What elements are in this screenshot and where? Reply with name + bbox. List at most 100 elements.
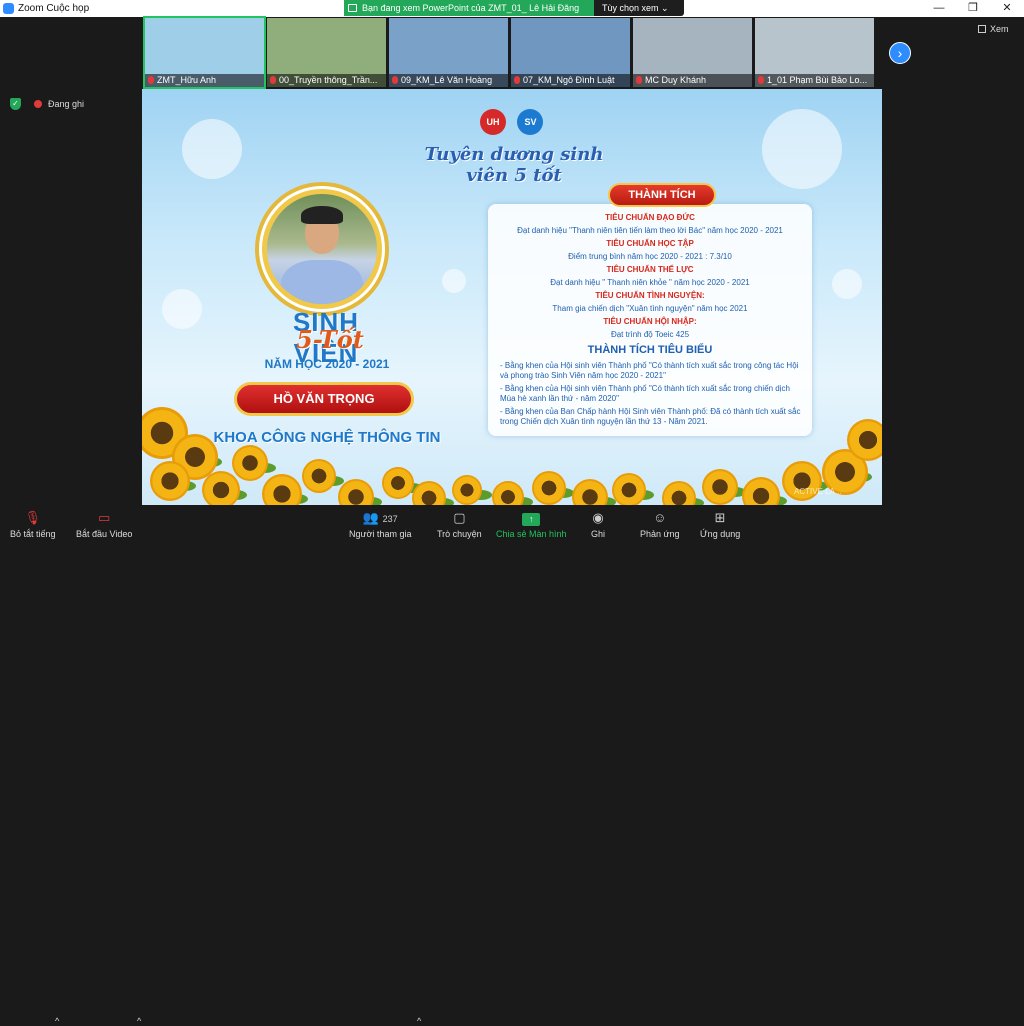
recording-label: Đang ghi (48, 99, 85, 109)
sunflower (702, 469, 738, 505)
participant-name-label: 1_01 Phạm Bùi Bảo Lo... (767, 75, 868, 85)
criterion-text: Điểm trung bình năm học 2020 - 2021 : 7.… (488, 252, 812, 262)
window-title: Zoom Cuộc họp (18, 3, 90, 14)
screen-share-icon (348, 4, 357, 12)
participant-count: 237 (382, 514, 398, 524)
view-button[interactable]: Xem (978, 24, 1009, 34)
sunflower (202, 471, 240, 505)
apps-button[interactable]: ⊞ Ứng dụng (700, 510, 740, 539)
participant-tile[interactable]: 07_KM_Ngô Đình Luật (511, 18, 630, 87)
minimize-button[interactable]: — (922, 0, 956, 17)
participant-name: 09_KM_Lê Văn Hoàng (389, 74, 508, 87)
sunflower (232, 445, 268, 481)
sunflower (492, 481, 524, 505)
security-shield-icon[interactable]: ✓ (10, 98, 21, 110)
participant-tile[interactable]: ZMT_Hữu Anh (143, 16, 266, 89)
participant-tile[interactable]: 1_01 Phạm Bùi Bảo Lo... (755, 18, 874, 87)
maximize-button[interactable]: ❐ (956, 0, 990, 17)
participant-name: 00_Truyền thông_Trần... (267, 74, 386, 87)
chat-label: Trò chuyện (437, 529, 482, 539)
reactions-label: Phản ứng (640, 529, 680, 539)
criterion-heading-text: TIÊU CHUẨN THỂ LỰC (606, 265, 694, 274)
sunflower (262, 474, 302, 505)
criterion-heading-text: TIÊU CHUẨN TÌNH NGUYỆN: (595, 291, 705, 300)
criterion-heading-text: TIÊU CHUẨN HỌC TẬP (606, 239, 694, 248)
sunflower (452, 475, 482, 505)
participant-name: ZMT_Hữu Anh (145, 74, 264, 87)
participant-name-label: 07_KM_Ngô Đình Luật (523, 75, 615, 85)
reactions-icon: ☺ (653, 510, 667, 525)
sunflower (382, 467, 414, 499)
muted-mic-icon (514, 76, 520, 84)
participants-label: Người tham gia (349, 529, 412, 539)
participant-name-label: MC Duy Khánh (645, 75, 707, 85)
view-options-button[interactable]: Tùy chọn xem ⌄ (602, 0, 669, 16)
participant-name-label: ZMT_Hữu Anh (157, 75, 217, 85)
share-screen-icon: ↑ (496, 510, 567, 526)
chat-icon: ▢ (453, 510, 466, 525)
notable-achievement-item: - Bằng khen của Ban Chấp hành Hội Sinh v… (500, 407, 801, 426)
reactions-button[interactable]: ☺ Phản ứng (640, 510, 680, 539)
participants-caret[interactable]: ^ (417, 1016, 421, 1026)
grid-icon (978, 25, 986, 33)
chat-button[interactable]: ▢ Trò chuyện (437, 510, 482, 539)
notable-achievement-item: - Bằng khen của Hội sinh viên Thành phố … (500, 384, 790, 403)
video-label: Bắt đầu Video (76, 529, 133, 539)
apps-label: Ứng dụng (700, 529, 741, 539)
criterion-text-value: Điểm trung bình năm học 2020 - 2021 : 7.… (568, 252, 732, 261)
participant-name: 1_01 Phạm Bùi Bảo Lo... (755, 74, 874, 87)
criterion-heading-text: TIÊU CHUẨN HỘI NHẬP: (603, 317, 697, 326)
sunflower (302, 459, 336, 493)
award-subtitle: 5-Tốt (296, 325, 364, 354)
criterion-text-value: Tham gia chiến dịch "Xuân tình nguyện" n… (552, 304, 748, 313)
muted-mic-icon (270, 76, 276, 84)
faculty-name: KHOA CÔNG NGHỆ THÔNG TIN (213, 429, 441, 446)
sunflower (532, 471, 566, 505)
record-button[interactable]: ◉ Ghi (591, 510, 605, 539)
muted-mic-icon (758, 76, 764, 84)
participant-tile[interactable]: MC Duy Khánh (633, 18, 752, 87)
next-page-button[interactable]: › (889, 42, 911, 64)
criterion-heading: TIÊU CHUẨN THỂ LỰC (488, 265, 812, 275)
criterion-heading: TIÊU CHUẨN HỘI NHẬP: (488, 317, 812, 327)
watermark: ACTIVE LA... (794, 487, 842, 496)
share-status: Bạn đang xem PowerPoint của ZMT_01_ Lê H… (344, 0, 594, 16)
unmute-button[interactable]: 🎙 Bỏ tắt tiếng (10, 510, 56, 539)
university-logo: UH (480, 109, 506, 135)
record-dot-icon (34, 100, 42, 108)
share-status-text: Bạn đang xem PowerPoint của ZMT_01_ Lê H… (362, 3, 580, 13)
view-label: Xem (990, 24, 1009, 34)
close-button[interactable]: ✕ (990, 0, 1024, 17)
participant-tile[interactable]: 00_Truyền thông_Trần... (267, 18, 386, 87)
criterion-text-value: Đạt danh hiệu " Thanh niên khỏe " năm họ… (550, 278, 750, 287)
muted-mic-icon (392, 76, 398, 84)
start-video-button[interactable]: ▭ Bắt đầu Video (76, 510, 132, 539)
participants-button[interactable]: 👥 237 Người tham gia (349, 510, 411, 539)
video-off-icon: ▭ (98, 510, 111, 525)
video-options-caret[interactable]: ^ (137, 1016, 141, 1026)
recording-indicator[interactable]: Đang ghi (34, 99, 84, 109)
sunflower (338, 479, 374, 505)
sunflower (150, 461, 190, 501)
criterion-text: Tham gia chiến dịch "Xuân tình nguyện" n… (488, 304, 812, 314)
slide-title: Tuyên dương sinh viên 5 tốt (424, 144, 604, 186)
participant-tile[interactable]: 09_KM_Lê Văn Hoàng (389, 18, 508, 87)
student-portrait (267, 194, 377, 304)
sunflower (412, 481, 446, 505)
sunflower (847, 419, 882, 461)
share-screen-button[interactable]: ↑ Chia sẻ Màn hình (496, 510, 567, 539)
criterion-heading: TIÊU CHUẨN ĐẠO ĐỨC (488, 213, 812, 223)
participant-name: MC Duy Khánh (633, 74, 752, 87)
participant-name-label: 00_Truyền thông_Trần... (279, 75, 378, 85)
muted-mic-icon (636, 76, 642, 84)
audio-options-caret[interactable]: ^ (55, 1016, 59, 1026)
participants-icon: 👥 237 (362, 510, 398, 525)
notable-achievements-title: THÀNH TÍCH TIÊU BIỂU (587, 344, 713, 356)
share-label: Chia sẻ Màn hình (496, 529, 567, 539)
student-name-banner: HỒ VĂN TRỌNG (234, 382, 414, 416)
apps-icon: ⊞ (714, 510, 726, 525)
criterion-text-value: Đạt trình độ Toeic 425 (610, 330, 690, 339)
notable-achievement-item: - Bằng khen của Hội sinh viên Thành phố … (500, 361, 799, 380)
record-label: Ghi (591, 529, 606, 539)
criterion-heading: TIÊU CHUẨN HỌC TẬP (488, 239, 812, 249)
